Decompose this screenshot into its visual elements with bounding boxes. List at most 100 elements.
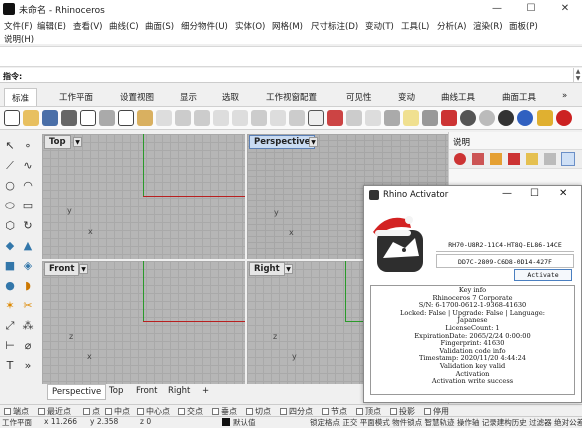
light-icon[interactable] bbox=[403, 110, 419, 126]
cplane-icon[interactable] bbox=[327, 110, 343, 126]
shaded-sphere-icon[interactable] bbox=[498, 110, 514, 126]
polyline-icon[interactable]: ⟋ bbox=[3, 159, 17, 173]
status-layer[interactable]: 默认值 bbox=[233, 417, 256, 428]
viewport-menu-arrow-icon[interactable]: ▼ bbox=[79, 264, 88, 274]
tab-standard[interactable]: 标准 bbox=[4, 88, 38, 106]
vptab-front[interactable]: Front bbox=[136, 386, 158, 396]
tab-surface-tools[interactable]: 曲面工具 bbox=[502, 91, 536, 103]
rectangle-icon[interactable]: ▭ bbox=[21, 199, 35, 213]
menu-render[interactable]: 渲染(R) bbox=[473, 20, 503, 32]
help-tab-icon[interactable] bbox=[561, 152, 575, 166]
mesh-icon[interactable]: ◈ bbox=[21, 259, 35, 273]
light-icon[interactable] bbox=[490, 153, 502, 165]
license-code-field[interactable]: RH70-U8R2-11C4-HT8Q-EL86-14CE bbox=[436, 238, 574, 252]
point-icon[interactable]: ∘ bbox=[21, 139, 35, 153]
copy-icon[interactable] bbox=[118, 110, 134, 126]
render-sphere-icon[interactable] bbox=[460, 110, 476, 126]
status-cplane[interactable]: 工作平面 bbox=[2, 417, 32, 428]
new-file-icon[interactable] bbox=[4, 110, 20, 126]
help-icon[interactable] bbox=[556, 110, 572, 126]
menu-solid[interactable]: 实体(O) bbox=[235, 20, 265, 32]
curve-icon[interactable]: ∿ bbox=[21, 159, 35, 173]
box-icon[interactable]: ■ bbox=[3, 259, 17, 273]
properties-icon[interactable] bbox=[384, 110, 400, 126]
ellipse-icon[interactable]: ⬭ bbox=[3, 199, 17, 213]
activator-minimize-button[interactable]: — bbox=[502, 188, 512, 199]
command-scrollbar[interactable]: ▲ ▼ bbox=[573, 68, 582, 83]
open-file-icon[interactable] bbox=[23, 110, 39, 126]
menu-mesh[interactable]: 网格(M) bbox=[272, 20, 303, 32]
settings-icon[interactable] bbox=[544, 153, 556, 165]
select-arrow-icon[interactable]: ↖ bbox=[3, 139, 17, 153]
viewport-label-perspective[interactable]: Perspective bbox=[249, 135, 316, 149]
activator-maximize-button[interactable]: ☐ bbox=[530, 188, 539, 199]
status-modes[interactable]: 锁定格点 正交 平面模式 物件锁点 智慧轨迹 操作轴 记录建构历史 过滤器 绝对… bbox=[310, 417, 582, 428]
dimension-icon[interactable]: ⊢ bbox=[3, 339, 17, 353]
zoom-extents-icon[interactable] bbox=[251, 110, 267, 126]
viewport-top[interactable]: Top ▼ y x bbox=[42, 134, 245, 259]
analyze-icon[interactable]: ⌀ bbox=[21, 339, 35, 353]
trim-icon[interactable]: ✂ bbox=[21, 299, 35, 313]
spiral-icon[interactable]: ↻ bbox=[21, 219, 35, 233]
array-icon[interactable]: ⁂ bbox=[21, 319, 35, 333]
vptab-right[interactable]: Right bbox=[168, 386, 190, 396]
viewport-label-top[interactable]: Top bbox=[44, 135, 71, 149]
import-icon[interactable] bbox=[80, 110, 96, 126]
vptab-top[interactable]: Top bbox=[109, 386, 123, 396]
viewport-menu-arrow-icon[interactable]: ▼ bbox=[73, 137, 82, 147]
zoom-icon[interactable] bbox=[213, 110, 229, 126]
render-color-icon[interactable] bbox=[441, 110, 457, 126]
activate-button[interactable]: Activate bbox=[514, 269, 572, 281]
viewport-front[interactable]: Front ▼ z x bbox=[42, 261, 245, 384]
minimize-button[interactable]: — bbox=[480, 0, 514, 18]
save-icon[interactable] bbox=[42, 110, 58, 126]
polygon-icon[interactable]: ⬡ bbox=[3, 219, 17, 233]
text-icon[interactable]: T bbox=[3, 359, 17, 373]
activator-close-button[interactable]: ✕ bbox=[559, 188, 567, 199]
set-view-icon[interactable] bbox=[346, 110, 362, 126]
render-color-icon[interactable] bbox=[454, 153, 466, 165]
close-button[interactable]: ✕ bbox=[548, 0, 582, 18]
four-viewports-icon[interactable] bbox=[308, 110, 324, 126]
material-sphere-icon[interactable] bbox=[479, 110, 495, 126]
extrude-icon[interactable]: ▲ bbox=[21, 239, 35, 253]
arc-icon[interactable]: ◠ bbox=[21, 179, 35, 193]
environment-icon[interactable] bbox=[517, 110, 533, 126]
undo-view-icon[interactable] bbox=[289, 110, 305, 126]
validation-code-field[interactable]: DD7C-2809-C6D8-0D14-427F bbox=[436, 254, 574, 268]
zoom-window-icon[interactable] bbox=[232, 110, 248, 126]
fillet-icon[interactable]: ◗ bbox=[21, 279, 35, 293]
tab-transform[interactable]: 变动 bbox=[398, 91, 415, 103]
menu-subd[interactable]: 细分物件(U) bbox=[181, 20, 228, 32]
print-icon[interactable] bbox=[61, 110, 77, 126]
tab-visibility[interactable]: 可见性 bbox=[346, 91, 372, 103]
viewport-label-right[interactable]: Right bbox=[249, 262, 285, 276]
menu-file[interactable]: 文件(F) bbox=[4, 20, 33, 32]
zoom-selected-icon[interactable] bbox=[270, 110, 286, 126]
tab-select[interactable]: 选取 bbox=[222, 91, 239, 103]
circle-icon[interactable]: ○ bbox=[3, 179, 17, 193]
viewport-menu-arrow-icon[interactable]: ▼ bbox=[309, 137, 318, 147]
tab-viewport-layout[interactable]: 工作视窗配置 bbox=[266, 91, 317, 103]
tab-set-view[interactable]: 设置视图 bbox=[120, 91, 154, 103]
rotate-view-icon[interactable] bbox=[194, 110, 210, 126]
options-icon[interactable] bbox=[537, 110, 553, 126]
explode-icon[interactable]: ✶ bbox=[3, 299, 17, 313]
brush-icon[interactable] bbox=[508, 153, 520, 165]
tab-display[interactable]: 显示 bbox=[180, 91, 197, 103]
tab-cplanes[interactable]: 工作平面 bbox=[59, 91, 93, 103]
viewport-label-front[interactable]: Front bbox=[44, 262, 80, 276]
pan-icon[interactable] bbox=[175, 110, 191, 126]
menu-transform[interactable]: 变动(T) bbox=[365, 20, 394, 32]
undo-icon[interactable] bbox=[156, 110, 172, 126]
menu-edit[interactable]: 编辑(E) bbox=[37, 20, 66, 32]
menu-analyze[interactable]: 分析(A) bbox=[437, 20, 466, 32]
material-icon[interactable] bbox=[472, 153, 484, 165]
viewport-menu-arrow-icon[interactable]: ▼ bbox=[284, 264, 293, 274]
menu-curve[interactable]: 曲线(C) bbox=[109, 20, 139, 32]
surface-icon[interactable]: ◆ bbox=[3, 239, 17, 253]
paste-icon[interactable] bbox=[137, 110, 153, 126]
solid-union-icon[interactable]: ● bbox=[3, 279, 17, 293]
menu-help[interactable]: 说明(H) bbox=[4, 33, 34, 45]
add-viewport-button[interactable]: + bbox=[202, 386, 209, 396]
